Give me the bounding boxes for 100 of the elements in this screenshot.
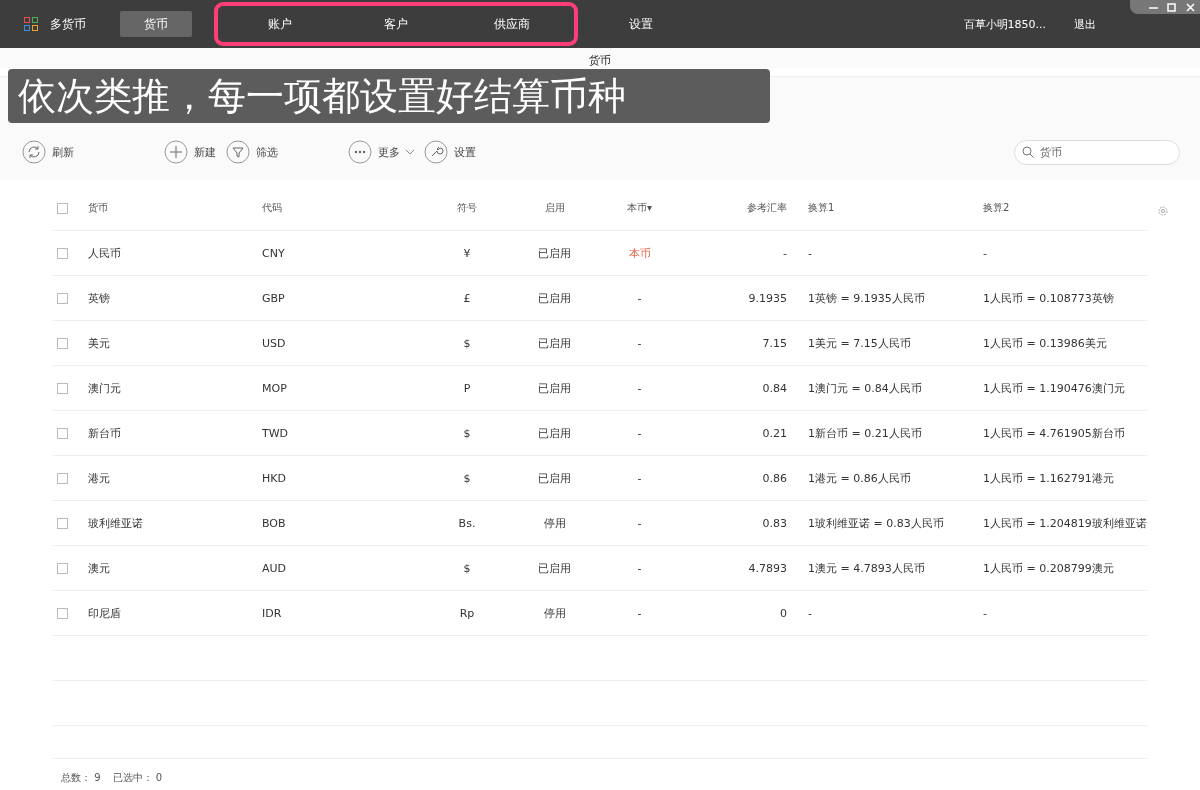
table-cell-text: 1英镑 = 9.1935人民币 — [808, 290, 926, 306]
caption-banner: 依次类推，每一项都设置好结算币种 — [8, 69, 770, 123]
settings-icon[interactable] — [1157, 205, 1169, 217]
table-cell-text: 1玻利维亚诺 = 0.83人民币 — [808, 515, 945, 531]
nav-tab[interactable]: 设置 — [606, 11, 676, 37]
nav-tab[interactable]: 客户 — [338, 11, 454, 37]
table-cell-text: 已启用 — [537, 380, 572, 396]
row-checkbox[interactable] — [57, 517, 68, 529]
column-header: 货币 — [88, 201, 109, 215]
table-cell-text: - — [808, 606, 813, 620]
table-cell-text: P — [462, 381, 472, 395]
table-cell-text: - — [808, 246, 813, 260]
table-cell-text: 0.21 — [761, 426, 787, 440]
table-cell-text: MOP — [262, 381, 288, 395]
table-cell-text: 1澳元 = 4.7893人民币 — [808, 560, 926, 576]
table-cell-text: 澳门元 — [88, 380, 122, 396]
table-cell-text: 9.1935 — [747, 291, 787, 305]
total-count: 总数： 9 — [61, 771, 101, 785]
table-cell-text: $ — [462, 561, 472, 575]
nav-tab[interactable]: 账户 — [222, 11, 338, 37]
table-cell-text: - — [636, 426, 643, 440]
table-cell-text: HKD — [262, 471, 287, 485]
table-cell-text: - — [636, 336, 643, 350]
table-cell-text: 1美元 = 7.15人民币 — [808, 335, 912, 351]
table-cell-text: Rp — [458, 606, 476, 620]
toolbar-button[interactable]: 筛选 — [226, 140, 278, 164]
nav-tab[interactable]: 货币 — [120, 11, 192, 37]
table-cell-text: - — [636, 561, 643, 575]
table-cell-text: GBP — [262, 291, 286, 305]
dots-icon — [348, 140, 372, 164]
table-cell-text: 1人民币 = 1.190476澳门元 — [983, 380, 1126, 396]
table-cell-text: 本币 — [627, 245, 652, 261]
table-cell-text: BOB — [262, 516, 287, 530]
table-cell-text: 0 — [779, 606, 787, 620]
table-cell-text: 已启用 — [537, 245, 572, 261]
maximize-icon[interactable] — [1167, 2, 1177, 12]
table-cell-text: 已启用 — [537, 560, 572, 576]
search-icon — [1022, 146, 1034, 158]
table-cell-text: 1澳门元 = 0.84人民币 — [808, 380, 923, 396]
table-cell-text: 已启用 — [537, 290, 572, 306]
table-cell-text: IDR — [262, 606, 283, 620]
refresh-icon — [22, 140, 46, 164]
row-checkbox[interactable] — [57, 247, 68, 259]
table-cell-text: $ — [462, 426, 472, 440]
nav-tab[interactable]: 供应商 — [454, 11, 570, 37]
column-header: 换算1 — [808, 201, 836, 215]
table-cell-text: - — [636, 291, 643, 305]
table-cell-text: - — [636, 516, 643, 530]
toolbar-button[interactable]: 设置 — [424, 140, 476, 164]
table-cell-text: 7.15 — [761, 336, 787, 350]
table-cell-text: $ — [462, 336, 472, 350]
column-header: 启用 — [543, 201, 566, 215]
logout-link[interactable]: 退出 — [1074, 16, 1096, 32]
table-cell-text: 4.7893 — [747, 561, 787, 575]
table-cell-text: 0.84 — [761, 381, 787, 395]
table-cell-text: - — [636, 471, 643, 485]
table-cell-text: 澳元 — [88, 560, 111, 576]
column-header: 代码 — [262, 201, 283, 215]
column-header: 符号 — [456, 201, 478, 215]
table-cell-text: 人民币 — [88, 245, 122, 261]
table-cell-text: - — [983, 246, 988, 260]
table-cell-text: 已启用 — [537, 425, 572, 441]
row-checkbox[interactable] — [57, 607, 68, 619]
table-cell-text: 港元 — [88, 470, 111, 486]
column-header: 参考汇率 — [746, 201, 787, 215]
table-cell-text: 1人民币 = 1.162791港元 — [983, 470, 1115, 486]
table-cell-text: TWD — [262, 426, 290, 440]
table-cell-text: 玻利维亚诺 — [88, 515, 144, 531]
table-cell-text: - — [636, 606, 643, 620]
close-icon[interactable] — [1186, 2, 1196, 12]
filter-icon — [226, 140, 250, 164]
table-cell-text: AUD — [262, 561, 288, 575]
row-checkbox[interactable] — [57, 292, 68, 304]
table-cell-text: - — [782, 246, 787, 260]
row-checkbox[interactable] — [57, 337, 68, 349]
wrench-icon — [424, 140, 448, 164]
page-title: 货币 — [589, 53, 611, 68]
table-cell-text: USD — [262, 336, 287, 350]
table-cell-text: 1港元 = 0.86人民币 — [808, 470, 912, 486]
table-cell-text: Bs. — [457, 516, 477, 530]
table-cell-text: 新台币 — [88, 425, 122, 441]
toolbar-button[interactable]: 新建 — [164, 140, 216, 164]
toolbar-button[interactable]: 更多 — [348, 140, 414, 164]
row-checkbox[interactable] — [57, 472, 68, 484]
table-cell-text: 停用 — [542, 515, 567, 531]
table-cell-text: 印尼盾 — [88, 605, 122, 621]
row-checkbox[interactable] — [57, 427, 68, 439]
selected-count: 已选中： 0 — [112, 771, 163, 785]
table-cell-text: 1人民币 = 4.761905新台币 — [983, 425, 1126, 441]
table-cell-text: - — [636, 381, 643, 395]
app-logo-icon — [24, 17, 38, 31]
table-cell-text: ¥ — [462, 246, 472, 260]
select-all-checkbox[interactable] — [57, 202, 68, 214]
row-checkbox[interactable] — [57, 382, 68, 394]
user-name[interactable]: 百草小明1850... — [963, 16, 1046, 32]
table-cell-text: 0.83 — [761, 516, 787, 530]
column-header: 本币▾ — [626, 201, 653, 215]
search-field[interactable]: 货币 — [1014, 140, 1180, 165]
row-checkbox[interactable] — [57, 562, 68, 574]
toolbar-button[interactable]: 刷新 — [22, 140, 74, 164]
